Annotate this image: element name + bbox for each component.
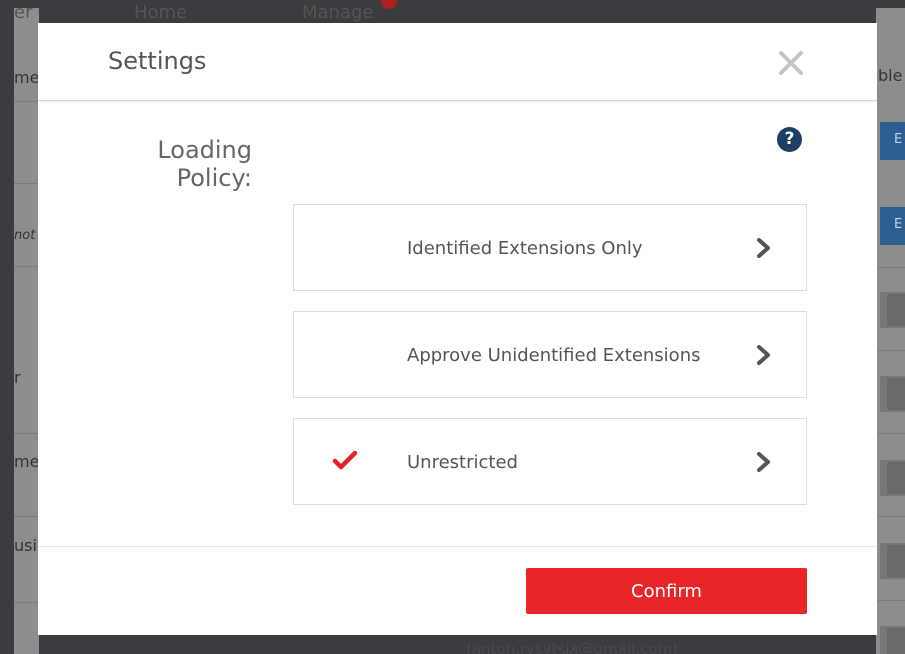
background-control [880,292,905,328]
background-button: E [880,207,905,245]
dialog-footer-divider [38,546,877,547]
close-button[interactable] [773,45,809,81]
divider [878,267,905,268]
divider [14,183,39,184]
dialog-header: Settings [38,23,877,101]
background-text-fragment: r [14,368,21,387]
divider [14,602,39,603]
dialog-title: Settings [108,47,207,75]
question-icon[interactable]: ? [777,127,802,152]
option-label: Unrestricted [407,452,518,473]
loading-policy-label: Loading Policy: [157,136,252,192]
chevron-right-icon [757,345,770,365]
option-unrestricted[interactable]: Unrestricted [293,418,807,505]
divider [14,101,39,102]
background-control [880,626,905,654]
divider [878,516,905,517]
divider [878,433,905,434]
background-text-fragment: me [14,68,40,87]
option-label: Identified Extensions Only [407,238,643,259]
divider [14,516,39,517]
close-icon [779,51,803,75]
background-control [880,460,905,496]
divider [14,266,39,267]
background-left-column [14,8,39,654]
background-text-fragment: usi [14,536,37,555]
confirm-button[interactable]: Confirm [526,568,807,614]
divider [878,600,905,601]
chevron-right-icon [757,238,770,258]
option-label: Approve Unidentified Extensions [407,345,701,366]
background-text-fragment: not [14,228,36,243]
checkmark-icon [332,450,358,470]
nav-home-link: Home [134,2,188,23]
background-button: E [880,122,905,160]
nav-manage-link: Manage [302,2,374,23]
settings-dialog: Settings Loading Policy: ? Identified Ex… [38,23,877,635]
option-identified-extensions-only[interactable]: Identified Extensions Only [293,204,807,291]
divider [14,433,39,434]
background-text-fragment: me [14,452,40,471]
option-approve-unidentified-extensions[interactable]: Approve Unidentified Extensions [293,311,807,398]
background-email-text: (anton.rysytsia@gmail.com) [466,640,678,654]
background-control [880,376,905,412]
nav-fragment: er [14,2,33,23]
chevron-right-icon [757,452,770,472]
background-control [880,543,905,579]
background-text-fragment: ble [878,66,903,85]
divider [878,350,905,351]
